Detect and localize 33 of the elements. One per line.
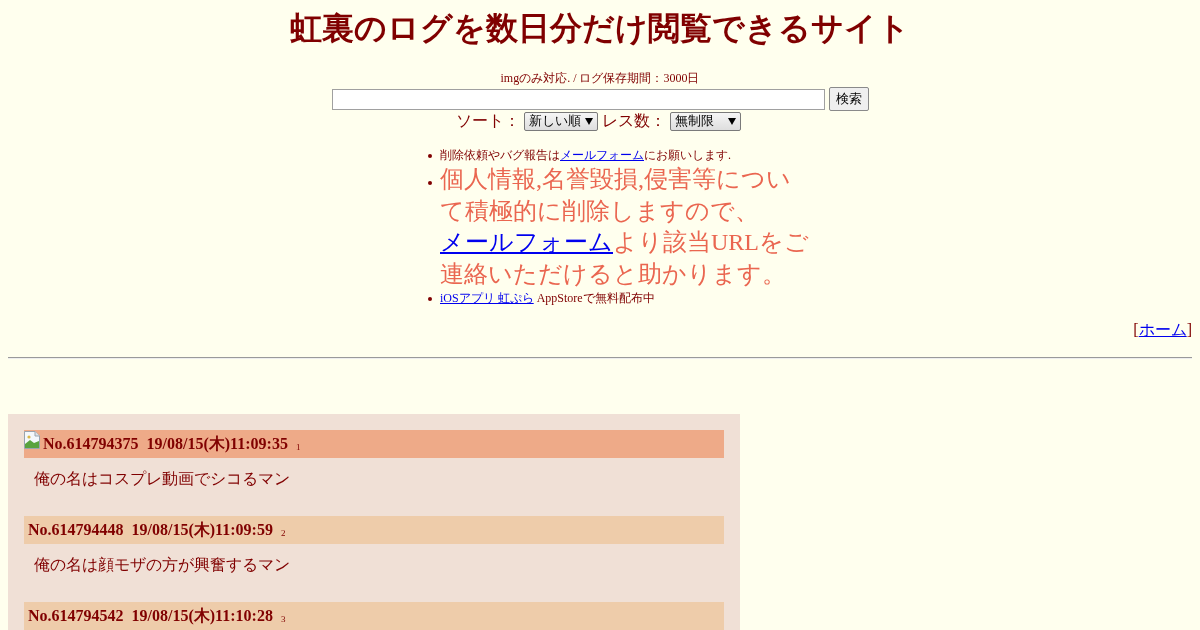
dropdown-select[interactable]: 無制限 bbox=[669, 111, 741, 131]
post-date: 19/08/15(木)11:09:35 bbox=[146, 433, 288, 455]
info-note: imgのみ対応. / ログ保存期間：3000日 bbox=[500, 71, 700, 86]
post-number: No.614794542 bbox=[28, 607, 124, 625]
post-index: 2 bbox=[280, 528, 286, 538]
bullet-icon bbox=[428, 154, 432, 158]
post-text: 俺の名はコスプレ動画でシコるマン bbox=[34, 470, 290, 487]
dropdown-select[interactable]: 新しい順 bbox=[523, 111, 598, 131]
text-link[interactable]: メールフォーム bbox=[440, 229, 613, 255]
text-link[interactable]: メールフォーム bbox=[560, 148, 644, 162]
bullet-icon bbox=[428, 181, 432, 185]
post-text: 俺の名は顔モザの方が興奮するマン bbox=[34, 556, 290, 573]
notice-text: 個人情報,名誉毀損,侵害等について積極的に削除しますので、 メールフォーム より該当URLをご連絡いただけると助かります。 bbox=[440, 165, 810, 289]
post-index: 1 bbox=[295, 442, 301, 452]
notice-text: iOSアプリ 虹ぷら AppStoreで無料配布中 bbox=[440, 291, 655, 306]
post-number: No.614794375 bbox=[43, 435, 139, 453]
search-button[interactable]: 検索 bbox=[828, 87, 869, 111]
post-date: 19/08/15(木)11:09:59 bbox=[131, 519, 273, 541]
text-link[interactable]: iOSアプリ 虹ぷら bbox=[440, 291, 534, 305]
post-number: No.614794448 bbox=[28, 521, 124, 539]
post-index: 3 bbox=[280, 614, 286, 624]
notice-text: 削除依頼やバグ報告はメールフォームにお願いします. bbox=[440, 148, 731, 163]
search-field[interactable] bbox=[331, 88, 825, 110]
home-link[interactable]: ホーム bbox=[1138, 321, 1187, 338]
home-nav: [ホーム] bbox=[1133, 320, 1192, 340]
site-title: 虹裏のログを数日分だけ閲覧できるサイト bbox=[290, 9, 910, 48]
broken-image-icon bbox=[24, 431, 40, 449]
caret-icon bbox=[584, 117, 593, 125]
filter-label: レス数： bbox=[601, 111, 666, 131]
post-date: 19/08/15(木)11:10:28 bbox=[131, 605, 273, 627]
filter-label: ソート： bbox=[455, 111, 520, 131]
bullet-icon bbox=[428, 297, 432, 301]
caret-icon bbox=[727, 117, 736, 125]
